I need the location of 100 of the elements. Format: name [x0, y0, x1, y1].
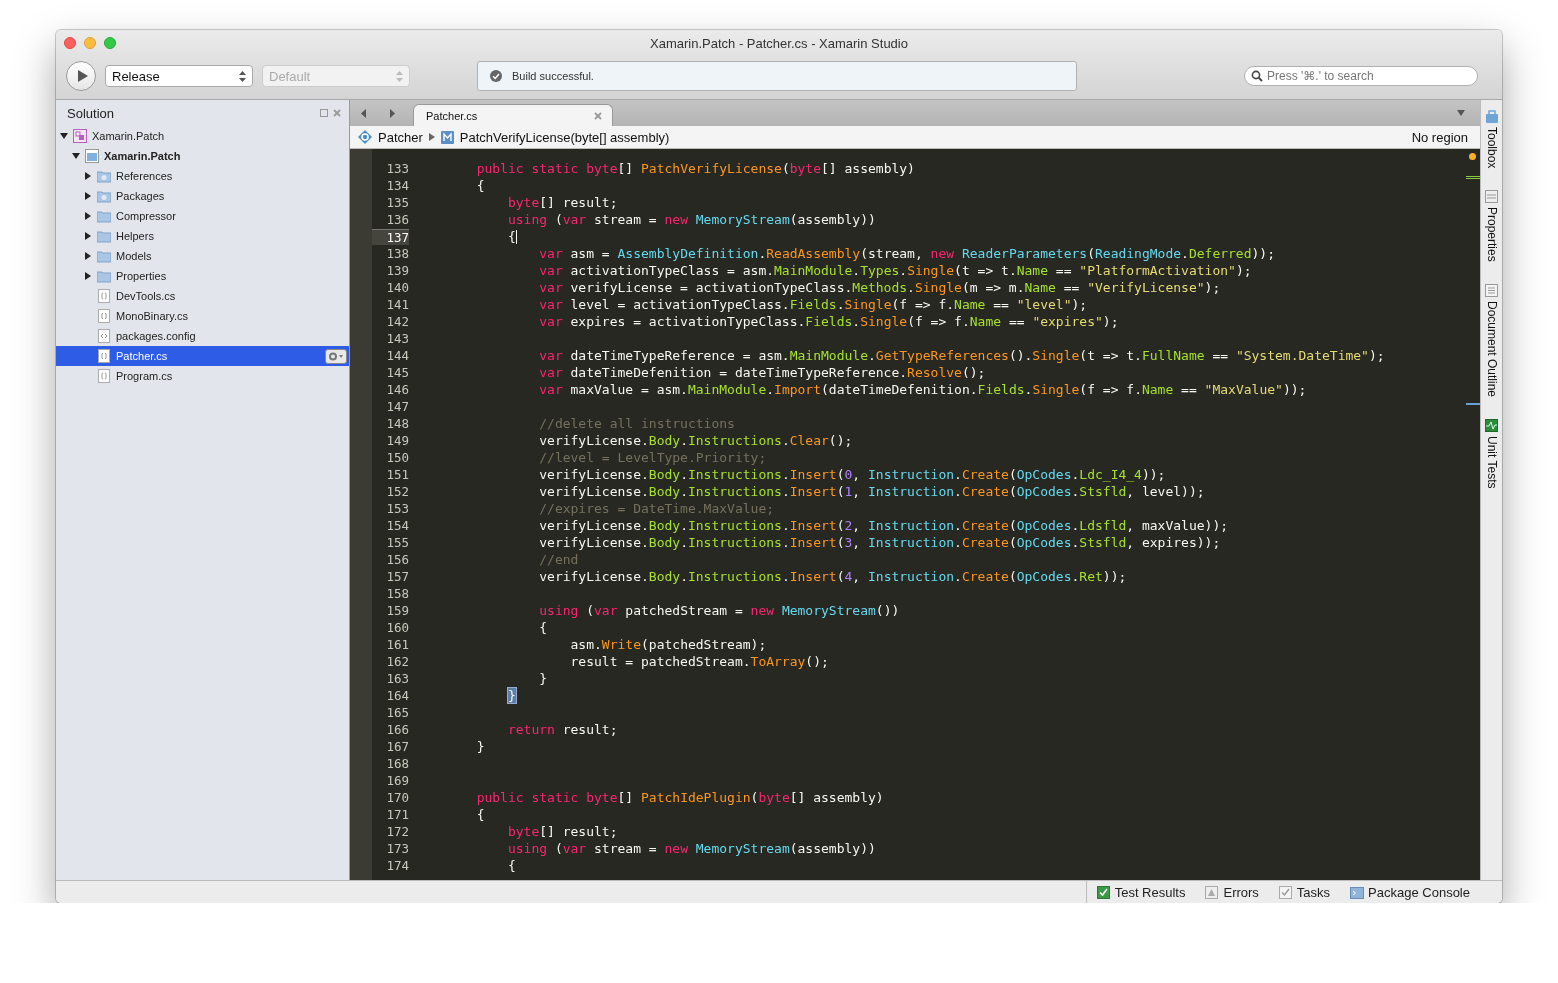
- stepper-arrows-icon: [239, 70, 246, 82]
- line-number: 153: [385, 501, 409, 516]
- folder-icon: [97, 249, 111, 263]
- expanded-arrow-icon[interactable]: [60, 132, 68, 140]
- line-number: 144: [385, 348, 409, 363]
- line-number: 140: [385, 280, 409, 295]
- back-arrow-icon[interactable]: [361, 108, 367, 118]
- line-number: 163: [385, 671, 409, 686]
- dropdown-arrow-icon[interactable]: [1457, 110, 1465, 116]
- project-icon: [85, 149, 99, 163]
- search-field[interactable]: Press '⌘.' to search: [1244, 66, 1478, 86]
- line-number: 143: [385, 331, 409, 346]
- code-editor[interactable]: [350, 149, 1480, 880]
- run-button[interactable]: [66, 61, 96, 91]
- tree-item[interactable]: Compressor: [56, 206, 349, 226]
- tree-item[interactable]: Xamarin.Patch: [56, 146, 349, 166]
- search-input[interactable]: Press '⌘.' to search: [1267, 69, 1467, 83]
- code-file-icon: [97, 289, 111, 303]
- collapsed-arrow-icon[interactable]: [84, 252, 92, 260]
- line-number: 174: [385, 858, 409, 873]
- collapsed-arrow-icon[interactable]: [84, 192, 92, 200]
- gear-folder-icon: [97, 169, 111, 183]
- line-number: 141: [385, 297, 409, 312]
- line-number: 159: [385, 603, 409, 618]
- tree-item[interactable]: Patcher.cs: [56, 346, 349, 366]
- close-icon[interactable]: [594, 111, 602, 120]
- code-line: using (var stream = new MemoryStream(assembly)): [506, 841, 876, 856]
- tree-item[interactable]: Xamarin.Patch: [56, 126, 349, 146]
- code-line: var expires = activationTypeClass.Fields.Single(f => f.Name == "expires");: [538, 314, 1119, 329]
- pad-button[interactable]: Package Console: [1340, 881, 1480, 903]
- tree-item[interactable]: Packages: [56, 186, 349, 206]
- tree-item[interactable]: DevTools.cs: [56, 286, 349, 306]
- code-line: var activationTypeClass = asm.MainModule.Types.Single(t => t.Name == "PlatformActivation");: [538, 263, 1252, 278]
- line-number: 169: [385, 773, 409, 788]
- region-breadcrumb[interactable]: No region: [1411, 129, 1468, 145]
- code-line: using (var patchedStream = new MemoryStream()): [538, 603, 900, 618]
- code-line: verifyLicense.Body.Instructions.Insert(3, Instruction.Create(OpCodes.Stsfld, expires));: [538, 535, 1221, 550]
- code-line: {: [506, 228, 517, 245]
- code-line: verifyLicense.Body.Instructions.Insert(2, Instruction.Create(OpCodes.Ldsfld, maxValue));: [538, 518, 1229, 533]
- code-line: return result;: [506, 722, 618, 737]
- separator-arrow-icon: [428, 133, 435, 141]
- dock-tab[interactable]: Properties: [1484, 190, 1499, 263]
- collapsed-arrow-icon[interactable]: [84, 232, 92, 240]
- line-number: 171: [385, 807, 409, 822]
- code-line: }: [475, 739, 485, 754]
- code-file-icon: [97, 309, 111, 323]
- pad-button[interactable]: Test Results: [1085, 881, 1196, 903]
- line-number: 145: [385, 365, 409, 380]
- code-file-icon: [97, 349, 111, 363]
- code-line: public static byte[] PatchIdePlugin(byte[] assembly): [475, 790, 884, 805]
- pad-button[interactable]: Tasks: [1268, 881, 1341, 903]
- dock-tab[interactable]: Toolbox: [1484, 110, 1499, 169]
- code-line: asm.Write(patchedStream);: [569, 637, 767, 652]
- warning-marker: [1469, 153, 1476, 160]
- line-number: 146: [385, 382, 409, 397]
- folder-icon: [97, 269, 111, 283]
- line-number: 135: [385, 195, 409, 210]
- check-icon: [490, 70, 502, 82]
- options-button[interactable]: [325, 348, 347, 364]
- tree-item[interactable]: Models: [56, 246, 349, 266]
- pad-button[interactable]: Errors: [1195, 881, 1269, 903]
- tree-item[interactable]: Helpers: [56, 226, 349, 246]
- dock-tab[interactable]: Document Outline: [1484, 284, 1499, 398]
- tree-item[interactable]: Properties: [56, 266, 349, 286]
- gear-icon: [328, 351, 344, 361]
- collapsed-arrow-icon[interactable]: [84, 172, 92, 180]
- class-breadcrumb[interactable]: Patcher: [378, 129, 423, 145]
- code-line: {: [475, 807, 485, 822]
- code-line: var asm = AssemblyDefinition.ReadAssembly(stream, new ReaderParameters(ReadingMode.Deferred));: [538, 246, 1275, 261]
- code-line: //expires = DateTime.MaxValue;: [538, 501, 775, 516]
- code-line: var dateTimeDefenition = dateTimeTypeReference.Resolve();: [538, 365, 986, 380]
- tree-item[interactable]: References: [56, 166, 349, 186]
- line-number: 161: [385, 637, 409, 652]
- line-number: 139: [385, 263, 409, 278]
- status-text: Build successful.: [512, 70, 594, 82]
- line-number: 133: [385, 161, 409, 176]
- method-breadcrumb[interactable]: PatchVerifyLicense(byte[] assembly): [459, 129, 670, 145]
- expanded-arrow-icon[interactable]: [72, 152, 80, 160]
- code-line: {: [506, 858, 516, 873]
- editor-tab[interactable]: Patcher.cs: [413, 104, 613, 126]
- collapsed-arrow-icon[interactable]: [84, 272, 92, 280]
- solution-icon: [73, 129, 87, 143]
- line-number: 138: [385, 246, 409, 261]
- code-line: var maxValue = asm.MainModule.Import(dateTimeDefenition.Fields.Single(f => f.Name == "MaxValue"));: [538, 382, 1307, 397]
- configuration-dropdown[interactable]: Release: [105, 65, 253, 87]
- line-number: 172: [385, 824, 409, 839]
- collapsed-arrow-icon[interactable]: [84, 212, 92, 220]
- line-number: 154: [385, 518, 409, 533]
- line-number: 147: [385, 399, 409, 414]
- line-number: 155: [385, 535, 409, 550]
- tree-item[interactable]: packages.config: [56, 326, 349, 346]
- forward-arrow-icon[interactable]: [389, 108, 395, 118]
- outline-icon: [1485, 284, 1498, 298]
- line-number: 157: [385, 569, 409, 584]
- dock-tab[interactable]: Unit Tests: [1484, 419, 1499, 489]
- close-window-button[interactable]: [64, 37, 76, 49]
- tree-item[interactable]: Program.cs: [56, 366, 349, 386]
- tree-item[interactable]: MonoBinary.cs: [56, 306, 349, 326]
- line-number: 156: [385, 552, 409, 567]
- console-icon: [1350, 885, 1365, 899]
